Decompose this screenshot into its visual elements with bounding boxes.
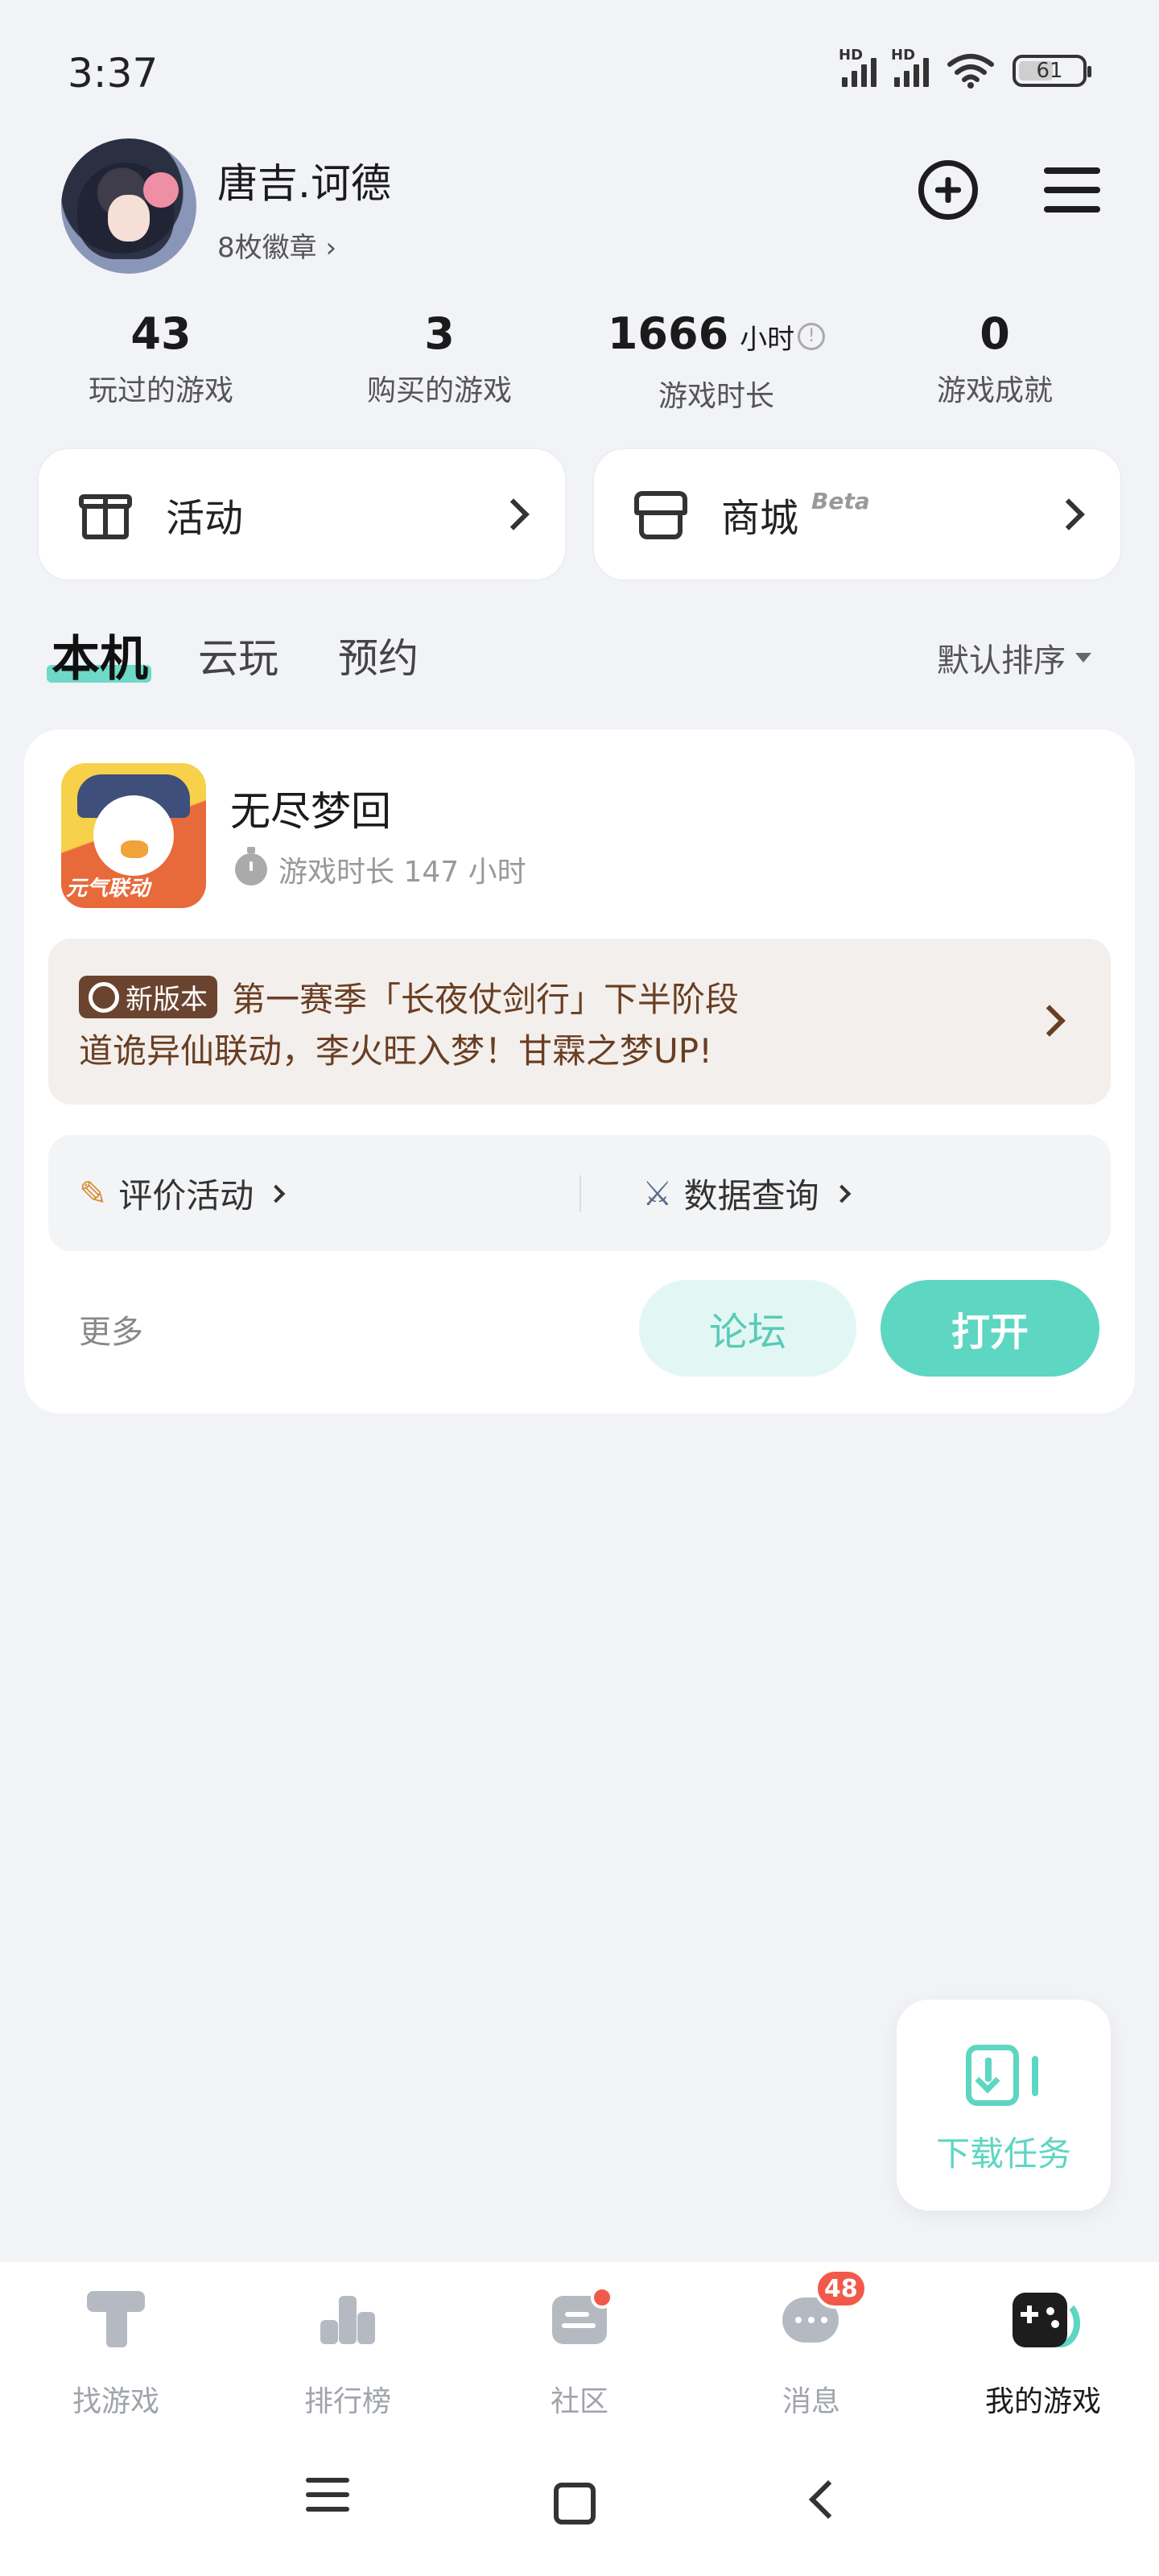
store-icon: [634, 488, 687, 541]
system-home-button[interactable]: [554, 2483, 596, 2524]
data-query-link[interactable]: ⚔ 数据查询: [642, 1169, 851, 1218]
wifi-icon: [947, 54, 994, 89]
more-button[interactable]: 更多: [79, 1306, 143, 1352]
swords-icon: ⚔: [642, 1174, 673, 1213]
game-icon[interactable]: 元气联动: [61, 763, 206, 908]
status-icons: HD HD 61: [839, 47, 1091, 89]
plus-circle-icon: [918, 160, 978, 220]
nav-my-games[interactable]: 我的游戏: [927, 2285, 1159, 2420]
chevron-right-icon: [266, 1184, 286, 1203]
my-games-icon: [1009, 2285, 1080, 2352]
stat-purchased[interactable]: 3 购买的游戏: [311, 306, 568, 409]
tab-local[interactable]: 本机: [52, 620, 148, 690]
community-icon: [546, 2285, 613, 2352]
nav-ranking[interactable]: 排行榜: [232, 2285, 464, 2420]
signal-icon: HD: [839, 47, 876, 87]
info-icon[interactable]: !: [798, 323, 826, 351]
tab-reserve[interactable]: 预约: [338, 626, 419, 684]
news-subline: 道诡异仙联动，李火旺入梦！甘霖之梦UP!: [79, 1031, 712, 1071]
forum-button[interactable]: 论坛: [639, 1280, 856, 1377]
gift-icon: [79, 488, 132, 541]
open-button[interactable]: 打开: [881, 1280, 1099, 1377]
nav-community[interactable]: 社区: [464, 2285, 695, 2420]
stopwatch-icon: [235, 847, 267, 886]
find-game-icon: [82, 2285, 150, 2352]
message-icon: 48: [777, 2268, 868, 2352]
nav-messages[interactable]: 48 消息: [695, 2268, 927, 2420]
chevron-right-icon: [1053, 498, 1085, 530]
new-version-tag: 新版本: [79, 976, 217, 1018]
signal-icon-2: HD: [891, 47, 929, 87]
stat-achievements[interactable]: 0 游戏成就: [866, 306, 1124, 409]
chevron-right-icon: [832, 1184, 851, 1203]
message-count-badge: 48: [815, 2268, 868, 2309]
game-title[interactable]: 无尽梦回: [230, 779, 391, 837]
tab-cloud[interactable]: 云玩: [198, 626, 278, 684]
store-card[interactable]: 商城 Beta: [592, 448, 1122, 581]
divider: [580, 1175, 581, 1212]
nav-find-games[interactable]: 找游戏: [0, 2285, 232, 2420]
battery-icon: 61: [1013, 55, 1091, 87]
game-playtime: 游戏时长 147 小时: [235, 847, 526, 890]
news-banner[interactable]: [48, 939, 1111, 1104]
chevron-right-icon: [497, 498, 530, 530]
system-menu-button[interactable]: [306, 2478, 349, 2512]
caret-down-icon: [1075, 653, 1091, 663]
news-headline: 新版本 第一赛季「长夜仗剑行」下半阶段: [79, 972, 739, 1022]
notification-dot: [591, 2286, 613, 2309]
add-button[interactable]: [914, 156, 982, 224]
menu-button[interactable]: [1038, 156, 1106, 224]
menu-icon: [1044, 167, 1100, 174]
download-tasks-label: 下载任务: [935, 2134, 1071, 2174]
username[interactable]: 唐吉.诃德: [217, 151, 391, 209]
stat-played[interactable]: 43 玩过的游戏: [32, 306, 290, 409]
pencil-icon: ✎: [79, 1174, 108, 1213]
download-icon: [966, 2045, 1043, 2109]
activity-card[interactable]: 活动: [37, 448, 567, 581]
ranking-icon: [314, 2285, 382, 2352]
review-activity-link[interactable]: ✎ 评价活动: [79, 1169, 286, 1218]
stat-playtime[interactable]: 1666 小时! 游戏时长: [588, 306, 845, 415]
refresh-icon: [89, 981, 119, 1013]
badges-link[interactable]: 8枚徽章 ›: [217, 225, 336, 265]
avatar[interactable]: [61, 138, 196, 274]
status-time: 3:37: [68, 50, 159, 97]
sort-dropdown[interactable]: 默认排序: [937, 634, 1091, 681]
